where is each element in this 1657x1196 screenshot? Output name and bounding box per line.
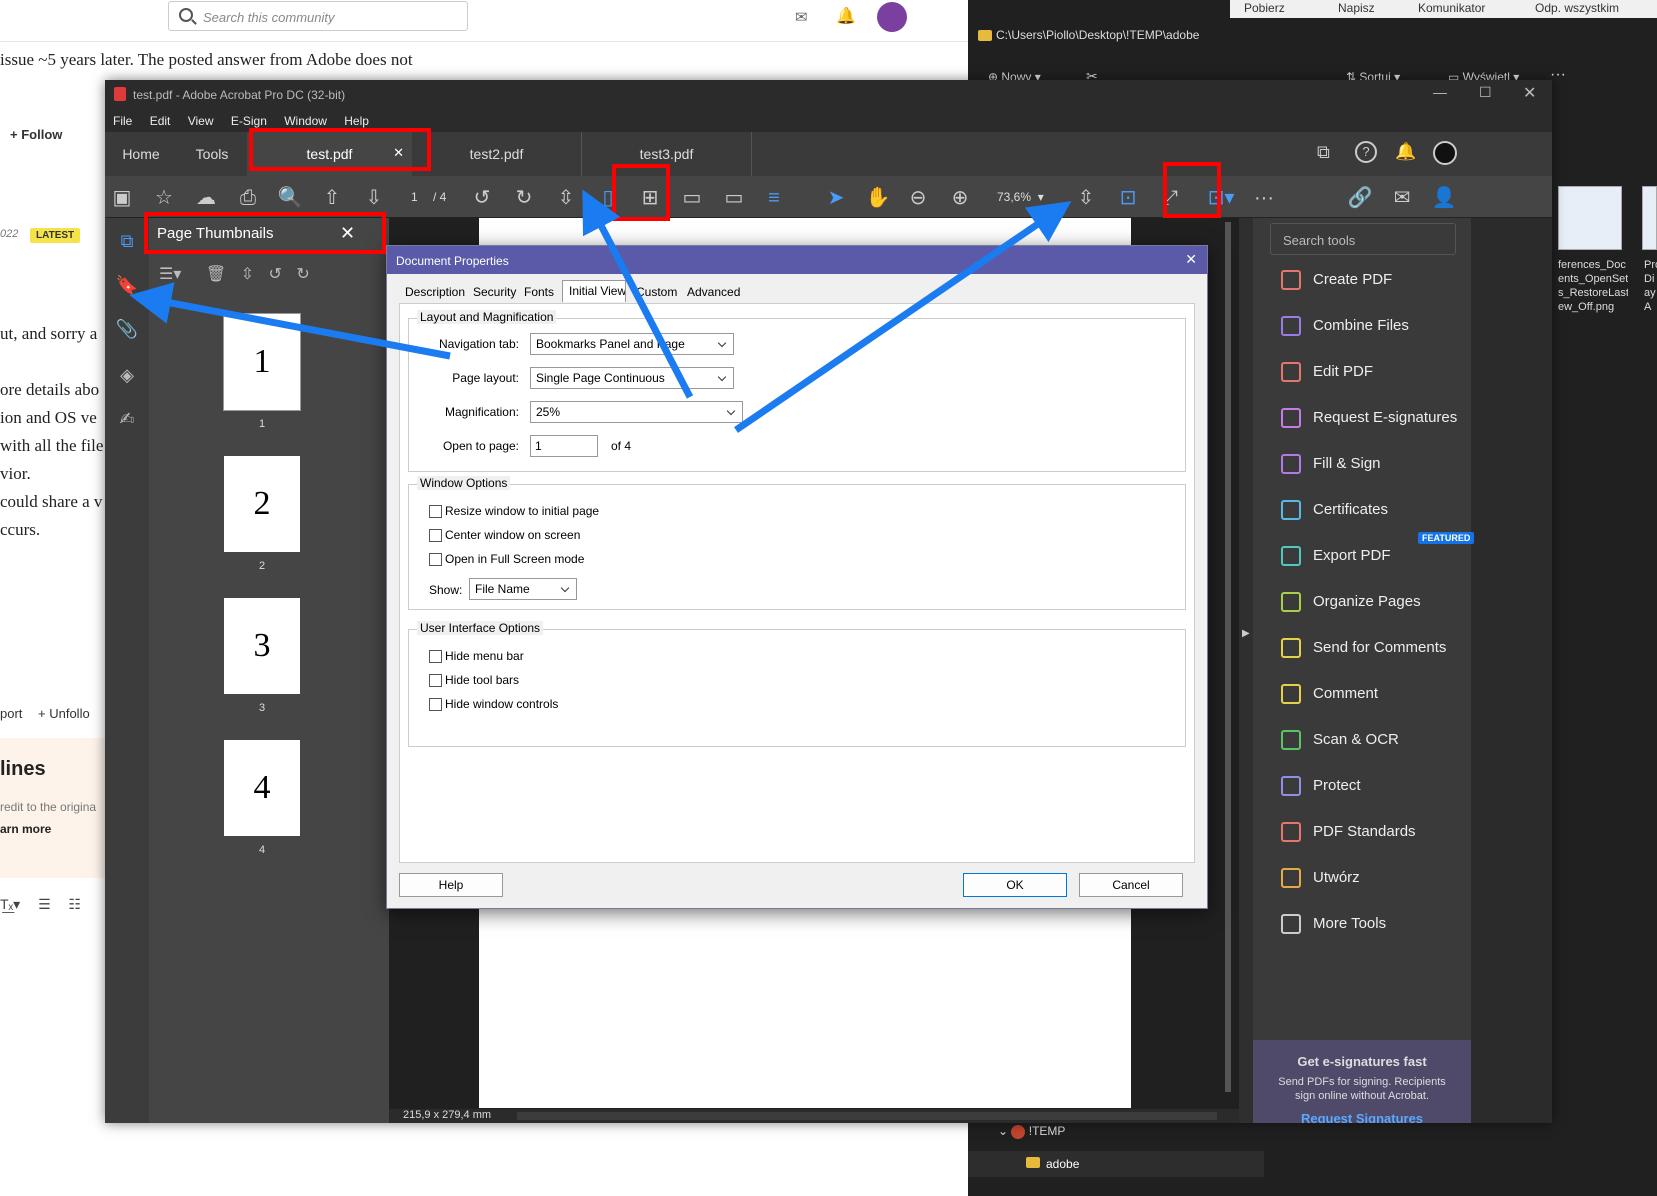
arrow-to-magnification — [734, 201, 1072, 433]
arrow-to-bookmarks — [129, 282, 451, 360]
arrow-to-page-layout — [582, 189, 694, 399]
annotation-arrows — [129, 189, 1072, 433]
